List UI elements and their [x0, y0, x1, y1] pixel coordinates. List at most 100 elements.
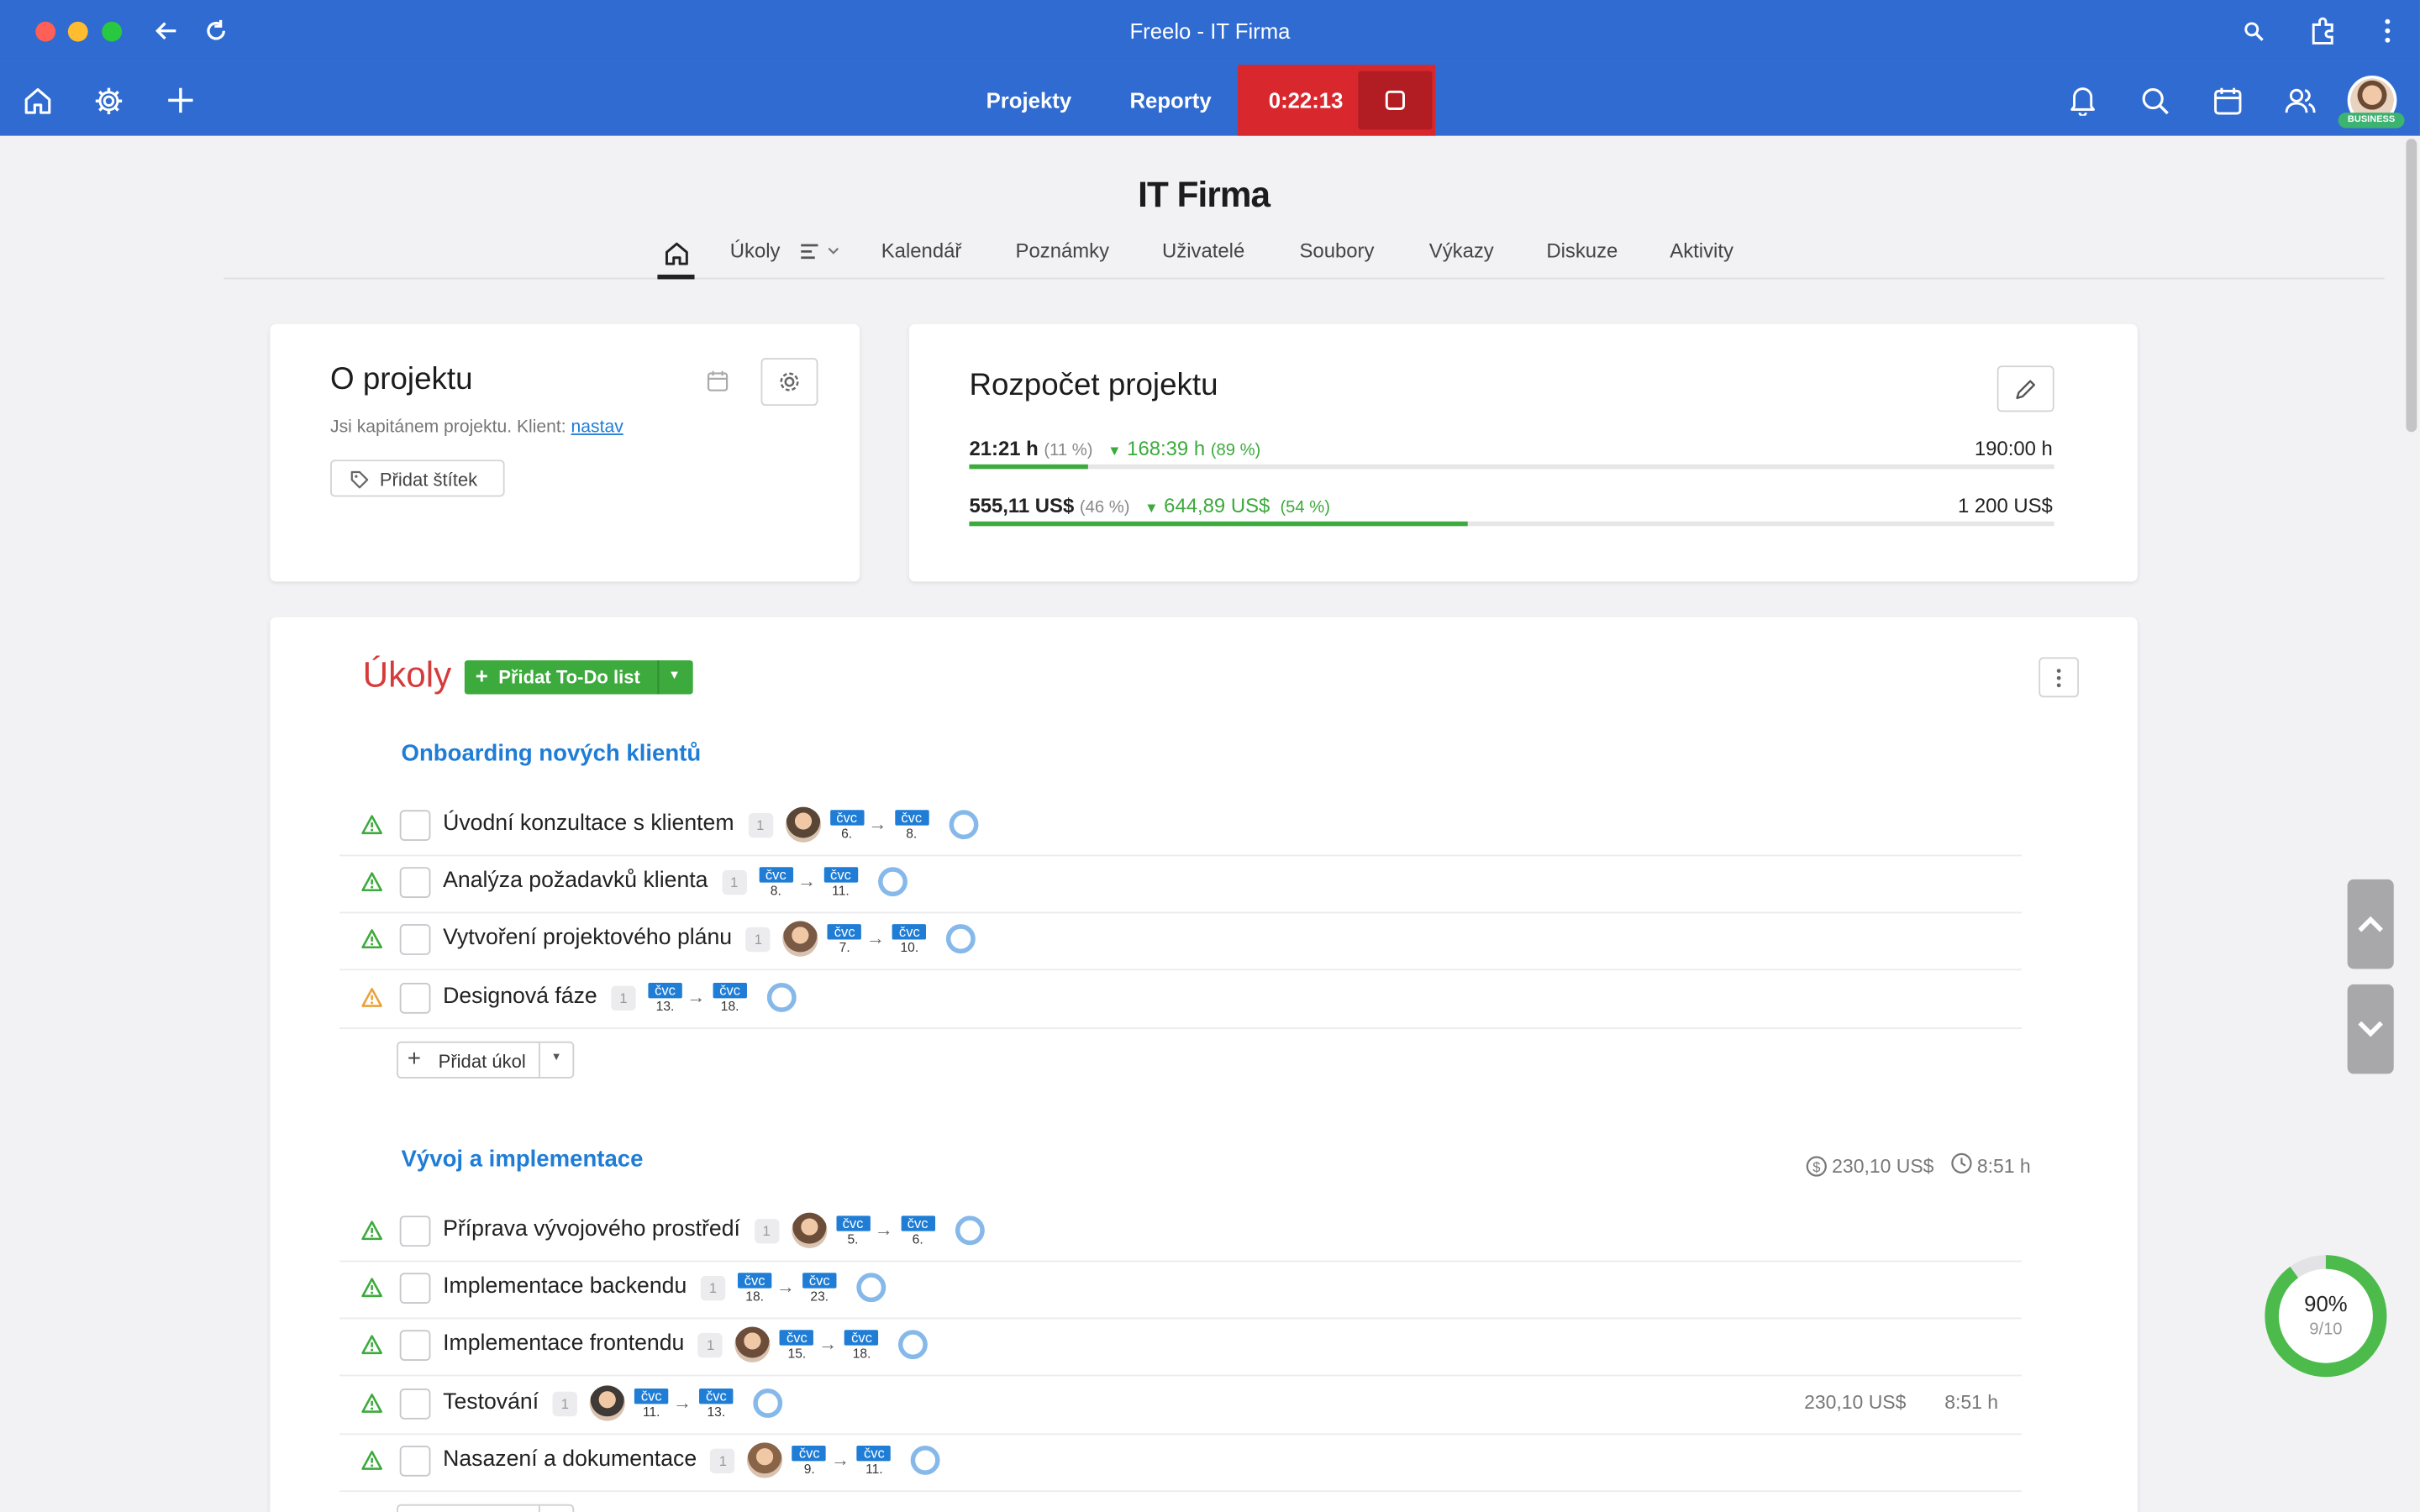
- task-name[interactable]: Analýza požadavků klienta: [443, 869, 708, 893]
- task-name[interactable]: Úvodní konzultace s klientem: [443, 811, 734, 836]
- home-icon[interactable]: [20, 83, 54, 117]
- warning-triangle-icon: [361, 815, 383, 843]
- row-divider: [339, 1026, 2023, 1029]
- tasks-view-dropdown-icon[interactable]: [798, 241, 844, 263]
- date-month: čvc: [634, 1388, 669, 1404]
- warning-triangle-icon: [361, 1393, 383, 1420]
- tab-files[interactable]: Soubory: [1300, 239, 1375, 263]
- scroll-down-button[interactable]: [2347, 984, 2394, 1074]
- task-checkbox[interactable]: [399, 867, 431, 899]
- window-title: Freelo - IT Firma: [1129, 18, 1291, 44]
- assignee-avatar[interactable]: [747, 1441, 784, 1478]
- table-row task-row: Vytvoření projektového plánu 1 čvc 7. → čvc 10…: [270, 914, 2137, 966]
- task-progress-circle[interactable]: [753, 1388, 783, 1418]
- date-from: čvc 9.: [792, 1445, 827, 1476]
- nav-reports[interactable]: Reporty: [1129, 88, 1211, 113]
- assignee-avatar[interactable]: [782, 921, 818, 958]
- zoom-magnifier-icon[interactable]: [2239, 17, 2267, 45]
- tab-users[interactable]: Uživatelé: [1162, 239, 1244, 263]
- task-checkbox[interactable]: [399, 924, 431, 956]
- subtask-count-badge: 1: [700, 1276, 726, 1301]
- chevron-down-icon[interactable]: ▼: [551, 1052, 562, 1063]
- date-day: 13.: [707, 1403, 726, 1420]
- more-vertical-icon[interactable]: [2374, 15, 2402, 46]
- todo-list-title[interactable]: Onboarding nových klientů: [402, 741, 702, 767]
- stop-timer-button[interactable]: [1358, 71, 1433, 130]
- add-tag-button[interactable]: Přidat štítek: [330, 459, 505, 497]
- task-progress-circle[interactable]: [948, 810, 978, 840]
- time-tracker[interactable]: 0:22:13: [1238, 65, 1436, 136]
- add-task-button[interactable]: +Přidat úkol▼: [397, 1504, 575, 1512]
- calendar-icon[interactable]: [2208, 81, 2245, 118]
- active-tab-indicator: [657, 274, 695, 280]
- date-from: čvc 5.: [835, 1215, 871, 1247]
- task-name[interactable]: Implementace backendu: [443, 1274, 687, 1299]
- assignee-avatar[interactable]: [785, 806, 821, 843]
- task-checkbox[interactable]: [399, 810, 431, 842]
- assignee-avatar[interactable]: [589, 1384, 626, 1420]
- client-set-link[interactable]: nastav: [571, 418, 623, 437]
- list-summary: $230,10 US$ 8:51 h: [1806, 1152, 2031, 1179]
- money-used: 555,11 US$: [969, 493, 1075, 517]
- task-name[interactable]: Testování: [443, 1389, 539, 1414]
- tab-reports[interactable]: Výkazy: [1429, 239, 1494, 263]
- tab-activities[interactable]: Aktivity: [1670, 239, 1733, 263]
- task-progress-circle[interactable]: [955, 1215, 985, 1246]
- bell-icon[interactable]: [2064, 81, 2101, 118]
- task-progress-circle[interactable]: [898, 1330, 929, 1360]
- todo-lists: Onboarding nových klientů Úvodní konzulta…: [270, 617, 2137, 1512]
- arrow-right-icon: →: [797, 870, 817, 892]
- arrow-right-icon: →: [874, 1218, 893, 1241]
- task-name[interactable]: Vytvoření projektového plánu: [443, 927, 732, 951]
- task-time: 8:51 h: [1944, 1390, 1999, 1413]
- task-name[interactable]: Nasazení a dokumentace: [443, 1446, 697, 1471]
- task-checkbox[interactable]: [399, 1388, 431, 1420]
- date-day: 11.: [642, 1403, 660, 1420]
- money-used-pct: (46 %): [1079, 498, 1130, 517]
- extensions-icon[interactable]: [2306, 14, 2339, 48]
- task-name[interactable]: Příprava vývojového prostředí: [443, 1217, 740, 1242]
- add-task-button[interactable]: +Přidat úkol▼: [397, 1041, 575, 1079]
- add-tag-label: Přidat štítek: [379, 469, 478, 491]
- edit-budget-button[interactable]: [1996, 365, 2054, 412]
- task-checkbox[interactable]: [399, 982, 431, 1013]
- money-progress-fill: [969, 521, 1469, 527]
- page-scrollbar[interactable]: [2406, 139, 2417, 433]
- task-checkbox[interactable]: [399, 1273, 431, 1305]
- budget-time-row: 21:21 h (11 %) ▼ 168:39 h (89 %): [969, 437, 1260, 460]
- tab-overview-home-icon[interactable]: [660, 239, 692, 267]
- date-day: 6.: [841, 825, 853, 842]
- task-checkbox[interactable]: [399, 1445, 431, 1477]
- task-progress-circle[interactable]: [946, 924, 976, 954]
- tab-tasks[interactable]: Úkoly: [730, 239, 781, 263]
- tab-calendar[interactable]: Kalendář: [881, 239, 962, 263]
- task-checkbox[interactable]: [399, 1215, 431, 1247]
- settings-gear-icon[interactable]: [91, 83, 124, 117]
- scroll-up-button[interactable]: [2347, 879, 2394, 969]
- task-progress-circle[interactable]: [856, 1273, 886, 1303]
- task-name[interactable]: Designová fáze: [443, 984, 597, 1008]
- project-settings-button[interactable]: [760, 358, 818, 407]
- tasks-progress-ring[interactable]: 90% 9/10: [2264, 1254, 2387, 1378]
- todo-list-title[interactable]: Vývoj a implementace: [402, 1147, 644, 1173]
- tab-notes[interactable]: Poznámky: [1016, 239, 1109, 263]
- task-checkbox[interactable]: [399, 1330, 431, 1362]
- assignee-avatar[interactable]: [791, 1212, 827, 1248]
- nav-projects[interactable]: Projekty: [986, 88, 1071, 113]
- task-progress-circle[interactable]: [766, 982, 797, 1012]
- tab-discussion[interactable]: Diskuze: [1546, 239, 1618, 263]
- users-icon[interactable]: [2281, 81, 2318, 118]
- search-icon[interactable]: [2136, 81, 2173, 118]
- calendar-small-icon[interactable]: [705, 369, 729, 393]
- task-name[interactable]: Implementace frontendu: [443, 1332, 684, 1357]
- date-day: 7.: [839, 940, 850, 956]
- business-badge: BUSINESS: [2338, 113, 2405, 129]
- warning-triangle-icon: [361, 1450, 383, 1478]
- progress-ratio: 9/10: [2309, 1320, 2343, 1340]
- dollar-icon: $: [1806, 1155, 1827, 1176]
- assignee-avatar[interactable]: [734, 1327, 771, 1363]
- plus-icon[interactable]: [164, 83, 197, 117]
- task-progress-circle[interactable]: [911, 1445, 941, 1475]
- time-left-pct: (89 %): [1210, 441, 1261, 460]
- task-progress-circle[interactable]: [877, 867, 908, 897]
